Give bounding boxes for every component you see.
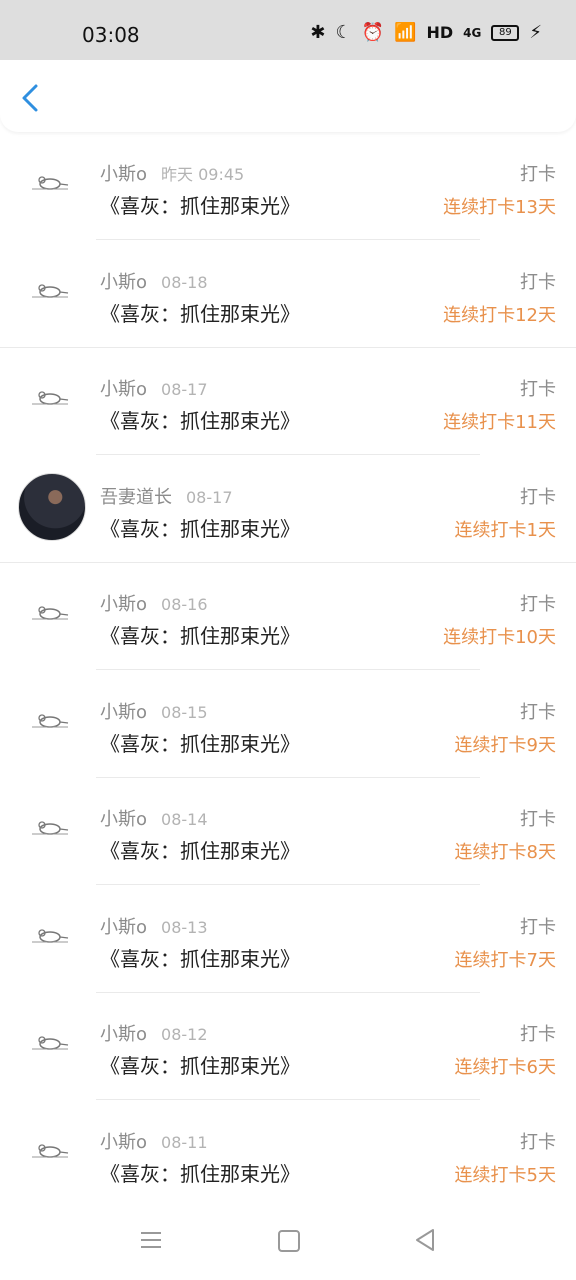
item-date: 昨天 09:45 [161,165,245,184]
hd-indicator: HD [426,23,454,42]
back-icon[interactable] [18,82,46,114]
home-icon[interactable] [278,1230,300,1252]
mouse-icon[interactable] [30,172,70,192]
item-title: 《喜灰：抓住那束光》 [100,1161,300,1186]
item-user-line: 小斯o 08-12 [100,1020,208,1046]
item-title: 《喜灰：抓住那束光》 [100,624,300,648]
item-title: 《喜灰：抓住那束光》 [100,301,300,326]
item-streak: 连续打卡9天 [454,734,556,756]
status-time: 03:08 [82,23,140,47]
item-title: 《喜灰：抓住那束光》 [100,409,300,433]
item-checkin-label: 打卡 [520,271,556,293]
status-bar: 03:08 ✱ ☾ ⏰ 📶 HD 4G 89 ⚡ [0,0,576,60]
item-user-line: 小斯o 08-13 [100,913,208,939]
item-date: 08-15 [161,702,208,722]
item-checkin-label: 打卡 [520,379,556,400]
item-date: 08-16 [161,595,208,614]
mouse-icon[interactable] [30,1140,70,1160]
list-item[interactable]: 小斯o 08-18 《喜灰：抓住那束光》 打卡连续打卡12天 [0,240,576,348]
network-indicator: 4G [463,25,482,40]
charging-icon: ⚡ [529,22,542,43]
item-date: 08-14 [161,810,208,829]
item-checkin-label: 打卡 [520,809,556,830]
list-item[interactable]: 小斯o 昨天 09:45 《喜灰：抓住那束光》 打卡连续打卡13天 [0,132,576,240]
list-item[interactable]: 小斯o 08-15 《喜灰：抓住那束光》 打卡连续打卡9天 [0,670,576,778]
list-item[interactable]: 小斯o 08-14 《喜灰：抓住那束光》 打卡连续打卡8天 [0,777,576,885]
item-checkin-label: 打卡 [520,486,556,508]
item-username: 吾妻道长 [100,486,172,508]
item-title: 《喜灰：抓住那束光》 [100,839,300,863]
item-user-line: 小斯o 08-16 [100,590,208,616]
item-checkin-label: 打卡 [520,164,556,185]
item-username: 小斯o [100,809,148,830]
mouse-icon[interactable] [30,817,70,837]
item-user-line: 小斯o 08-18 [100,268,208,294]
item-title: 《喜灰：抓住那束光》 [100,516,300,541]
list-item[interactable]: 小斯o 08-17 《喜灰：抓住那束光》 打卡连续打卡11天 [0,347,576,455]
back-triangle-icon[interactable] [414,1228,436,1252]
item-user-line: 小斯o 08-17 [100,375,208,401]
item-username: 小斯o [100,1131,148,1153]
bluetooth-icon: ✱ [310,22,326,43]
user-avatar[interactable] [18,472,86,541]
item-streak: 连续打卡10天 [443,627,556,648]
mouse-icon[interactable] [30,1032,70,1052]
item-user-line: 吾妻道长 08-17 [100,483,233,509]
item-streak: 连续打卡8天 [454,842,556,863]
mouse-icon[interactable] [30,925,70,945]
item-username: 小斯o [100,594,148,615]
item-streak: 连续打卡5天 [454,1164,556,1186]
item-title: 《喜灰：抓住那束光》 [100,194,300,218]
item-username: 小斯o [100,916,148,938]
item-streak: 连续打卡1天 [454,519,556,541]
item-checkin-label: 打卡 [520,916,556,938]
item-checkin-label: 打卡 [520,701,556,723]
item-checkin-label: 打卡 [520,1131,556,1153]
battery-icon: 89 [491,24,520,41]
item-title: 《喜灰：抓住那束光》 [100,731,300,756]
alarm-icon: ⏰ [361,22,385,43]
item-streak: 连续打卡6天 [454,1057,556,1078]
item-date: 08-12 [161,1025,208,1044]
menu-icon[interactable] [140,1230,162,1250]
item-streak: 连续打卡11天 [443,412,556,433]
status-icons: ✱ ☾ ⏰ 📶 HD 4G 89 ⚡ [310,22,542,43]
item-title: 《喜灰：抓住那束光》 [100,946,300,971]
item-username: 小斯o [100,379,148,400]
mouse-icon[interactable] [30,710,70,730]
battery-level: 89 [498,26,512,38]
item-user-line: 小斯o 08-15 [100,698,208,724]
item-user-line: 小斯o 昨天 09:45 [100,160,244,186]
item-title: 《喜灰：抓住那束光》 [100,1054,300,1078]
item-streak: 连续打卡7天 [454,949,556,971]
app-header [0,60,576,132]
item-date: 08-11 [161,1132,208,1152]
item-user-line: 小斯o 08-11 [100,1128,208,1154]
list-item[interactable]: 小斯o 08-16 《喜灰：抓住那束光》 打卡连续打卡10天 [0,562,576,670]
list-item[interactable]: 吾妻道长 08-17 《喜灰：抓住那束光》 打卡连续打卡1天 [0,455,576,563]
item-date: 08-18 [161,272,208,292]
item-streak: 连续打卡12天 [443,304,556,326]
item-username: 小斯o [100,701,148,723]
item-date: 08-13 [161,917,208,937]
mouse-icon[interactable] [30,280,70,300]
item-checkin-label: 打卡 [520,1024,556,1045]
moon-icon: ☾ [335,22,352,43]
item-username: 小斯o [100,164,148,185]
item-checkin-label: 打卡 [520,594,556,615]
list-item[interactable]: 小斯o 08-12 《喜灰：抓住那束光》 打卡连续打卡6天 [0,992,576,1100]
list-item[interactable]: 小斯o 08-11 《喜灰：抓住那束光》 打卡连续打卡5天 [0,1100,576,1208]
item-date: 08-17 [186,487,233,507]
mouse-icon[interactable] [30,387,70,407]
item-streak: 连续打卡13天 [443,197,556,218]
item-username: 小斯o [100,1024,148,1045]
mouse-icon[interactable] [30,602,70,622]
system-nav-bar [0,1204,576,1280]
list-item[interactable]: 小斯o 08-13 《喜灰：抓住那束光》 打卡连续打卡7天 [0,885,576,993]
item-username: 小斯o [100,271,148,293]
item-date: 08-17 [161,380,208,399]
wifi-icon: 📶 [394,22,417,43]
item-user-line: 小斯o 08-14 [100,805,208,831]
checkin-list: 小斯o 昨天 09:45 《喜灰：抓住那束光》 打卡 连续打卡13天 小斯o 08-18 《喜… [0,132,576,1208]
